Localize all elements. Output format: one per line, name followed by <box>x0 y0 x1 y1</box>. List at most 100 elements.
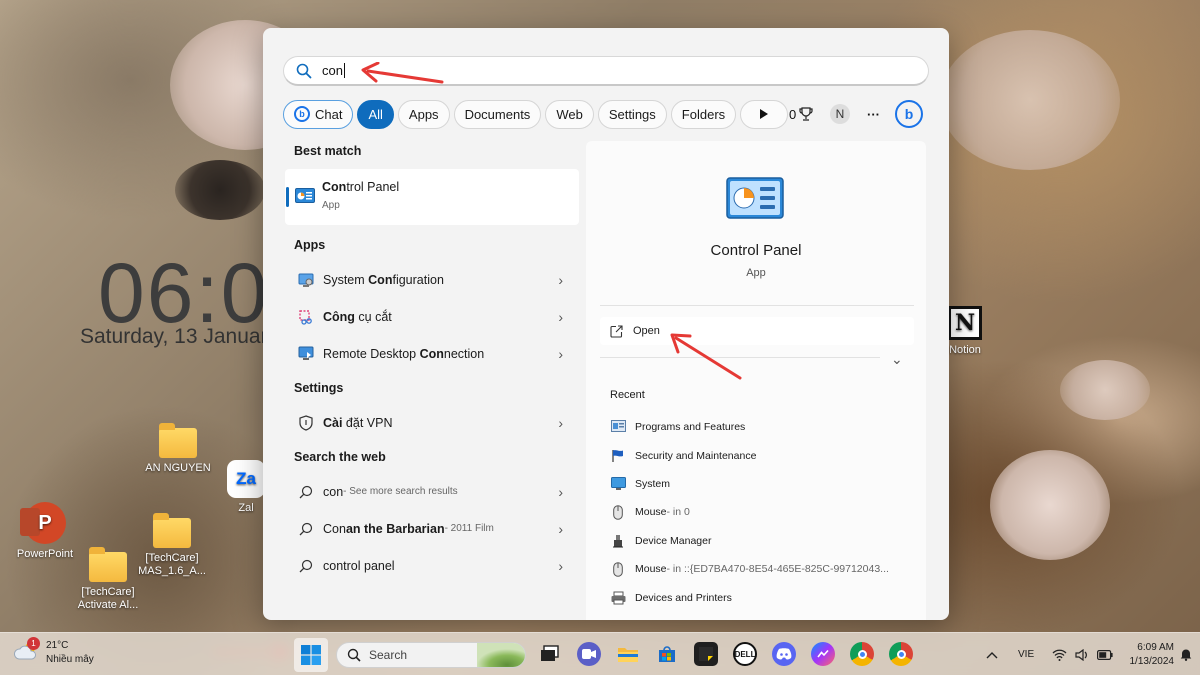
recent-item[interactable]: Mouse - in ::{ED7BA470-8E54-465E-825C-99… <box>610 555 910 583</box>
section-title-settings: Settings <box>294 381 344 395</box>
search-icon <box>297 483 315 501</box>
chevron-right-icon[interactable]: › <box>558 415 563 431</box>
recent-name: Device Manager <box>635 534 712 547</box>
recent-item[interactable]: Device Manager <box>610 527 910 555</box>
bing-icon: b <box>895 100 923 128</box>
discord-icon[interactable] <box>772 642 796 666</box>
sticky-notes-icon[interactable] <box>694 642 718 666</box>
start-button[interactable] <box>294 638 328 672</box>
weather-widget[interactable]: 21°C Nhiều mây <box>14 639 94 667</box>
messenger-icon[interactable] <box>811 642 835 666</box>
recent-item[interactable]: Mouse - in 0 <box>610 498 910 526</box>
filter-documents[interactable]: Documents <box>453 99 542 129</box>
taskbar-search[interactable]: Search <box>336 642 526 668</box>
quick-settings[interactable] <box>1052 633 1113 675</box>
section-title-apps: Apps <box>294 238 326 252</box>
filter-label: Folders <box>681 106 726 122</box>
dell-icon[interactable]: DELL <box>733 642 757 666</box>
start-search-panel: con b Chat All Apps Documents Web Settin… <box>263 28 949 620</box>
result-system-configuration[interactable]: System Configuration › <box>285 261 579 298</box>
notification-badge: 1 <box>27 637 40 650</box>
device-manager-icon <box>610 533 626 549</box>
language-indicator[interactable]: VIE <box>1018 633 1034 675</box>
recent-name: Security and Maintenance <box>635 449 757 462</box>
match-highlight: Con <box>368 272 393 287</box>
system-icon <box>610 476 626 492</box>
recent-name: Mouse <box>635 563 667 576</box>
result-cai-dat-vpn[interactable]: Cài đặt VPN › <box>285 404 579 441</box>
zalo-icon: Za <box>227 460 265 498</box>
detail-app-name: Control Panel <box>710 242 802 259</box>
match-highlight: Con <box>322 180 347 194</box>
recent-item[interactable]: System <box>610 470 910 498</box>
bing-chat-icon: b <box>294 106 310 122</box>
bing-button[interactable]: b <box>895 99 923 129</box>
teams-icon[interactable] <box>577 642 601 666</box>
chevron-right-icon[interactable]: › <box>558 346 563 362</box>
show-hidden-icons-button[interactable] <box>986 633 998 675</box>
powerpoint-icon: P <box>20 502 66 544</box>
folder-icon <box>89 547 127 582</box>
lockscreen-date: Saturday, 13 Januar <box>80 325 268 348</box>
search-input[interactable]: con <box>283 56 929 86</box>
wallpaper-paw <box>940 30 1120 170</box>
recent-item[interactable]: Programs and Features <box>610 413 910 441</box>
wallpaper-paw <box>175 160 265 220</box>
desktop-icon-techcare-activate[interactable]: [TechCare] Activate Al... <box>68 547 148 612</box>
chevron-right-icon[interactable]: › <box>558 521 563 537</box>
chevron-right-icon[interactable]: › <box>558 558 563 574</box>
recent-detail: - in ::{ED7BA470-8E54-465E-825C-99712043… <box>666 563 889 576</box>
rewards-count: 0 <box>789 106 797 122</box>
desktop-icon-label: [TechCare] Activate Al... <box>77 586 139 611</box>
mouse-icon <box>610 561 626 577</box>
search-query-text: con <box>322 63 343 78</box>
clock-date: 1/13/2024 <box>1129 656 1175 667</box>
recent-item[interactable]: Devices and Printers <box>610 583 910 611</box>
chevron-right-icon[interactable]: › <box>558 309 563 325</box>
result-remote-desktop-connection[interactable]: Remote Desktop Connection › <box>285 335 579 372</box>
chrome-profile-icon[interactable] <box>889 642 913 666</box>
chrome-icon[interactable] <box>850 642 874 666</box>
settings-list: Cài đặt VPN › <box>285 404 579 441</box>
shield-icon <box>297 414 315 432</box>
microsoft-store-icon[interactable] <box>655 642 679 666</box>
bell-icon <box>1180 649 1192 661</box>
trophy-icon <box>799 107 813 121</box>
search-icon <box>297 520 315 538</box>
result-cong-cu-cat[interactable]: Công cụ cắt › <box>285 298 579 335</box>
more-filters-button[interactable] <box>740 99 789 129</box>
best-match-control-panel[interactable]: Control Panel App <box>285 169 579 225</box>
chevron-down-icon[interactable]: ⌄ <box>891 351 903 368</box>
match-highlight: Công <box>323 309 355 324</box>
chevron-right-icon[interactable]: › <box>558 484 563 500</box>
task-view-icon[interactable] <box>538 642 562 666</box>
web-result-control-panel[interactable]: con trol panel › <box>285 547 579 584</box>
filter-folders[interactable]: Folders <box>670 99 737 129</box>
filter-web[interactable]: Web <box>545 99 594 129</box>
recent-item[interactable]: Security and Maintenance <box>610 441 910 469</box>
notifications-button[interactable] <box>1180 633 1192 675</box>
web-result-conan-the-barbarian[interactable]: Con an the Barbarian - 2011 Film › <box>285 510 579 547</box>
open-label: Open <box>633 325 660 337</box>
search-highlight-image <box>477 643 525 667</box>
rewards-points[interactable]: 0 <box>789 99 813 129</box>
taskbar-clock[interactable]: 6:09 AM 1/13/2024 <box>1130 641 1175 669</box>
wifi-icon <box>1052 649 1067 661</box>
search-icon <box>296 63 312 79</box>
label-part: System <box>323 272 369 287</box>
filter-chat[interactable]: b Chat <box>283 99 354 129</box>
chevron-right-icon[interactable]: › <box>558 272 563 288</box>
desktop-icon-an-nguyen[interactable]: AN NGUYEN <box>138 423 218 475</box>
web-result-con[interactable]: con - See more search results › <box>285 473 579 510</box>
filter-apps[interactable]: Apps <box>397 99 450 129</box>
file-explorer-icon[interactable] <box>616 642 640 666</box>
search-icon <box>347 648 361 662</box>
filter-label: All <box>368 106 383 122</box>
filter-all[interactable]: All <box>357 99 394 129</box>
account-button[interactable]: N <box>830 99 850 129</box>
more-options-button[interactable]: ··· <box>867 99 880 129</box>
label-part: nection <box>443 346 485 361</box>
open-button[interactable]: Open <box>600 317 914 345</box>
filter-settings[interactable]: Settings <box>597 99 667 129</box>
taskbar: 21°C Nhiều mây 1 Search DELL VIE 6:09 AM… <box>0 632 1200 675</box>
